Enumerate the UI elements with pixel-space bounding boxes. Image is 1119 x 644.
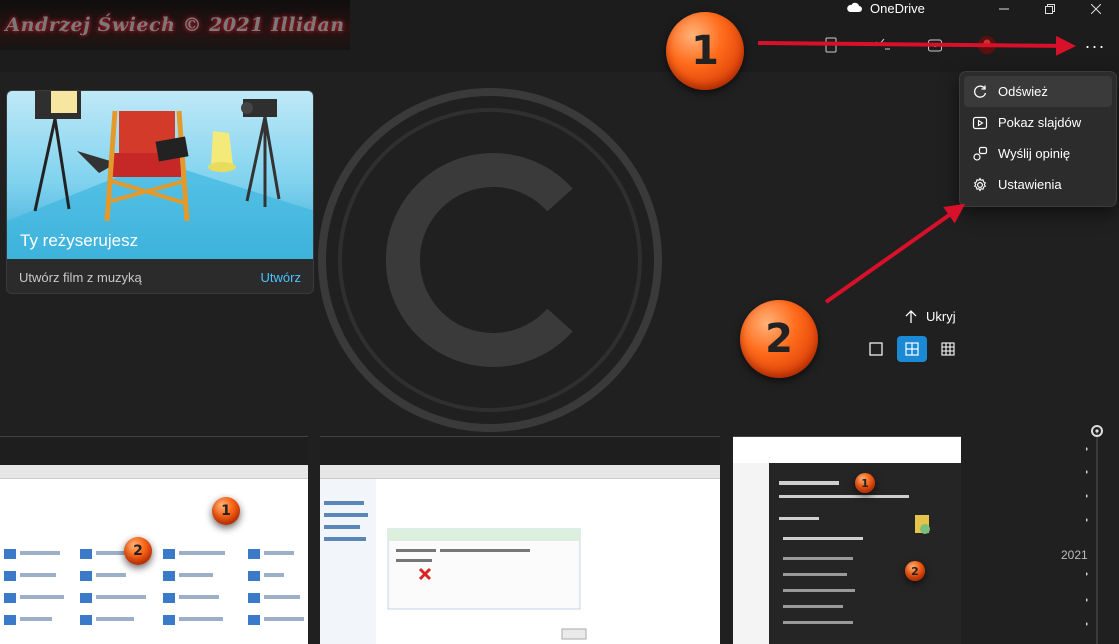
video-editor-card[interactable]: Ty reżyserujesz Utwórz film z muzyką Utw…: [6, 90, 314, 294]
timeline-year-label: 2021: [1061, 548, 1088, 562]
square-icon: [869, 342, 883, 356]
maximize-button[interactable]: [1027, 0, 1073, 18]
photo-thumbnail-2[interactable]: [320, 436, 720, 644]
photo-thumbnail-3[interactable]: 1 2: [733, 436, 961, 644]
search-results-screenshot: [733, 437, 961, 644]
menu-item-label: Ustawienia: [998, 177, 1062, 192]
thumb3-badge-2: 2: [905, 561, 925, 581]
timeline-scrubber[interactable]: [1086, 424, 1108, 644]
refresh-icon: [974, 84, 987, 98]
hide-toggle[interactable]: Ukryj: [904, 309, 956, 324]
small-view-button[interactable]: [933, 336, 963, 362]
avatar-icon[interactable]: [976, 34, 998, 56]
arrow-up-icon: [905, 309, 917, 323]
hide-label: Ukryj: [926, 309, 956, 324]
person-icon[interactable]: [924, 34, 946, 56]
arrow-to-settings: [824, 203, 966, 304]
watermark-text: Andrzej Świech © 2021 Illidan: [5, 14, 345, 36]
menu-item-slideshow[interactable]: Pokaz slajdów: [964, 107, 1112, 138]
copyright-watermark: [318, 88, 662, 432]
thumb-badge-2: 2: [124, 537, 152, 565]
app-title-text: OneDrive: [870, 0, 925, 16]
menu-item-label: Odśwież: [998, 84, 1048, 99]
more-options-button[interactable]: ···: [1082, 36, 1108, 56]
grid-2x2-icon: [905, 342, 919, 356]
feedback-icon: [973, 146, 988, 161]
file-history-screenshot: [320, 479, 720, 644]
card-subtitle: Utwórz film z muzyką: [19, 269, 142, 285]
app-title: OneDrive: [846, 0, 925, 16]
photo-thumbnail-1[interactable]: 1 2: [0, 436, 308, 644]
watermark-banner: Andrzej Świech © 2021 Illidan: [0, 0, 350, 50]
import-icon[interactable]: [820, 34, 842, 56]
menu-item-label: Pokaz slajdów: [998, 115, 1082, 130]
thumb-badge-1: 1: [212, 497, 240, 525]
window-controls: [981, 0, 1119, 18]
toolbar: [820, 34, 998, 56]
menu-item-label: Wyślij opinię: [998, 146, 1071, 161]
select-icon[interactable]: [872, 34, 894, 56]
more-options-menu: Odśwież Pokaz slajdów Wyślij opinię Usta…: [959, 71, 1117, 207]
medium-view-button[interactable]: [897, 336, 927, 362]
control-panel-screenshot: [0, 479, 308, 644]
minimize-button[interactable]: [981, 0, 1027, 18]
step-badge-2: 2: [740, 300, 818, 378]
gear-icon: [973, 176, 987, 192]
cloud-icon: [846, 1, 862, 16]
large-view-button[interactable]: [861, 336, 891, 362]
menu-item-settings[interactable]: Ustawienia: [964, 169, 1112, 200]
slideshow-icon: [972, 116, 988, 129]
card-footer: Utwórz film z muzyką Utwórz: [7, 259, 313, 293]
create-link[interactable]: Utwórz: [261, 270, 301, 285]
menu-item-feedback[interactable]: Wyślij opinię: [964, 138, 1112, 169]
grid-3x3-icon: [941, 342, 955, 356]
menu-item-refresh[interactable]: Odśwież: [964, 76, 1112, 107]
thumb3-badge-1: 1: [855, 473, 875, 493]
close-button[interactable]: [1073, 0, 1119, 18]
card-title: Ty reżyserujesz: [20, 231, 139, 250]
step-badge-1: 1: [666, 12, 744, 90]
view-size-selector: [861, 336, 963, 362]
